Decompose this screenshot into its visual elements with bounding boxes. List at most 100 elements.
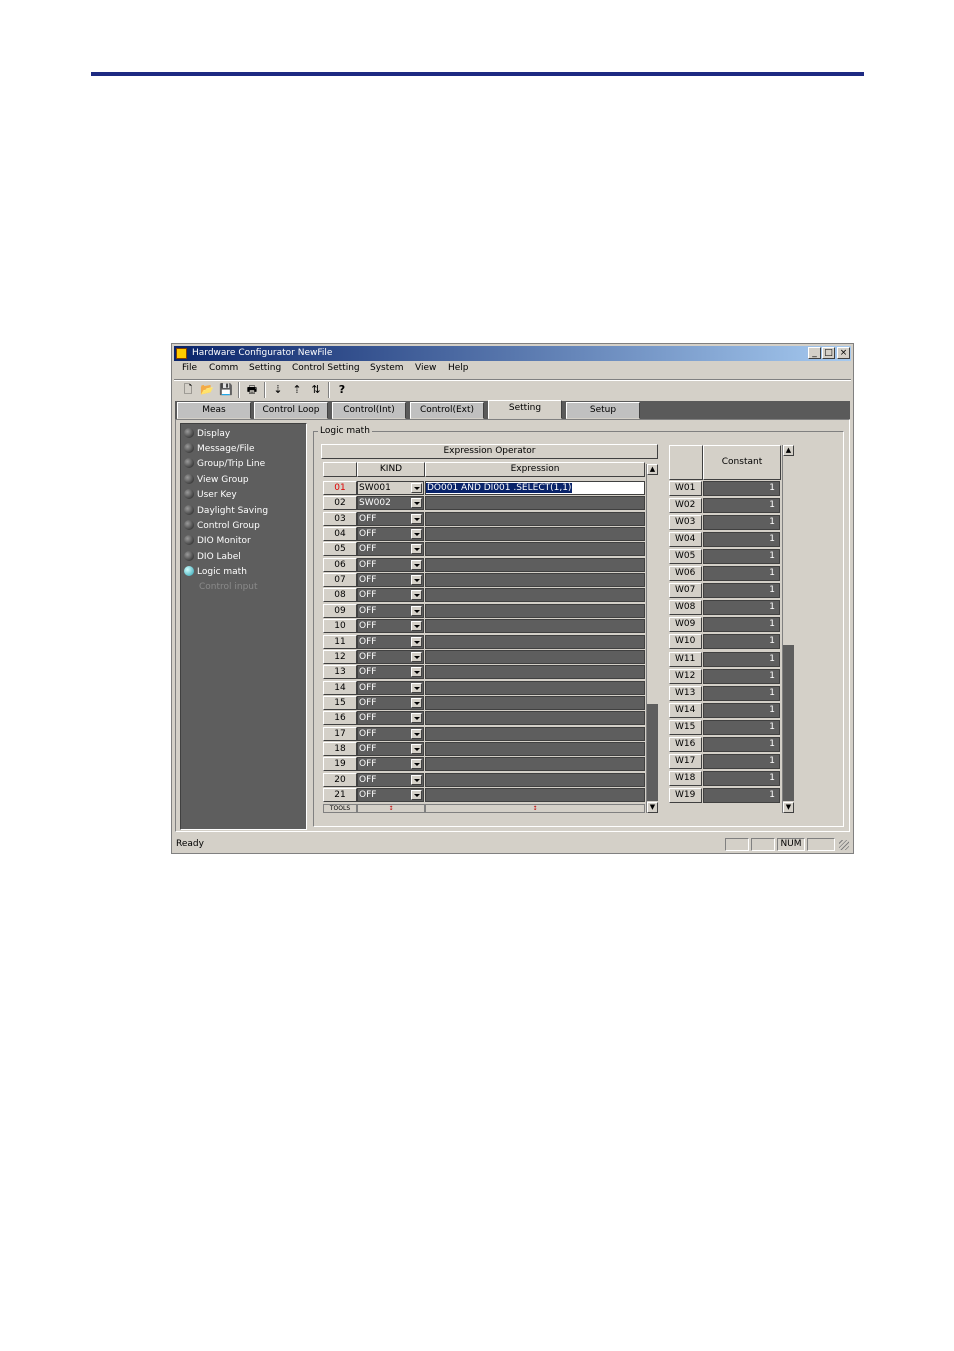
kind-select[interactable]: OFF bbox=[357, 558, 424, 572]
kind-sort-icon[interactable]: ↕ bbox=[357, 804, 425, 813]
constant-value[interactable]: 1 bbox=[703, 669, 780, 684]
constant-scrollbar[interactable]: ▲ ▼ bbox=[782, 445, 794, 813]
menu-control-setting[interactable]: Control Setting bbox=[292, 363, 360, 373]
chevron-down-icon[interactable] bbox=[411, 483, 422, 493]
kind-select[interactable]: OFF bbox=[357, 757, 424, 771]
constant-value[interactable]: 1 bbox=[703, 771, 780, 786]
expression-field[interactable] bbox=[425, 527, 645, 541]
scroll-down-icon[interactable]: ▼ bbox=[783, 802, 794, 813]
sidebar-item-logic-math[interactable]: Logic math bbox=[184, 565, 247, 579]
tab-setup[interactable]: Setup bbox=[566, 402, 640, 419]
menu-help[interactable]: Help bbox=[448, 363, 469, 373]
chevron-down-icon[interactable] bbox=[411, 698, 422, 708]
kind-select[interactable]: OFF bbox=[357, 711, 424, 725]
chevron-down-icon[interactable] bbox=[411, 667, 422, 677]
resize-grip-icon[interactable] bbox=[839, 840, 849, 850]
expression-field[interactable] bbox=[425, 773, 645, 787]
scroll-down-icon[interactable]: ▼ bbox=[647, 802, 658, 813]
kind-select[interactable]: OFF bbox=[357, 788, 424, 802]
help-icon[interactable]: ? bbox=[334, 382, 350, 398]
expression-field[interactable] bbox=[425, 496, 645, 510]
kind-select[interactable]: OFF bbox=[357, 527, 424, 541]
expression-field[interactable] bbox=[425, 696, 645, 710]
tab-control-int[interactable]: Control(Int) bbox=[332, 402, 406, 419]
chevron-down-icon[interactable] bbox=[411, 514, 422, 524]
kind-select[interactable]: OFF bbox=[357, 619, 424, 633]
constant-value[interactable]: 1 bbox=[703, 737, 780, 752]
constant-value[interactable]: 1 bbox=[703, 754, 780, 769]
print-icon[interactable]: 🖶 bbox=[244, 382, 260, 398]
tab-meas[interactable]: Meas bbox=[177, 402, 251, 419]
constant-value[interactable]: 1 bbox=[703, 703, 780, 718]
kind-select[interactable]: OFF bbox=[357, 604, 424, 618]
expression-field[interactable] bbox=[425, 558, 645, 572]
constant-value[interactable]: 1 bbox=[703, 634, 780, 649]
expression-operator-button[interactable]: Expression Operator bbox=[321, 444, 658, 459]
send-icon[interactable]: ⇡ bbox=[289, 382, 305, 398]
scroll-up-icon[interactable]: ▲ bbox=[783, 445, 794, 456]
chevron-down-icon[interactable] bbox=[411, 621, 422, 631]
kind-select[interactable]: OFF bbox=[357, 650, 424, 664]
constant-value[interactable]: 1 bbox=[703, 686, 780, 701]
menu-view[interactable]: View bbox=[415, 363, 436, 373]
kind-select[interactable]: OFF bbox=[357, 573, 424, 587]
kind-select[interactable]: OFF bbox=[357, 588, 424, 602]
menu-file[interactable]: File bbox=[182, 363, 197, 373]
chevron-down-icon[interactable] bbox=[411, 544, 422, 554]
kind-select[interactable]: OFF bbox=[357, 681, 424, 695]
chevron-down-icon[interactable] bbox=[411, 790, 422, 800]
sidebar-item-dio-monitor[interactable]: DIO Monitor bbox=[184, 534, 251, 548]
expression-field[interactable] bbox=[425, 512, 645, 526]
constant-value[interactable]: 1 bbox=[703, 498, 780, 513]
expression-field[interactable] bbox=[425, 727, 645, 741]
kind-select[interactable]: SW002 bbox=[357, 496, 424, 510]
open-folder-icon[interactable]: 📂 bbox=[199, 382, 215, 398]
sidebar-item-group-trip-line[interactable]: Group/Trip Line bbox=[184, 457, 265, 471]
kind-select[interactable]: OFF bbox=[357, 665, 424, 679]
expression-field[interactable] bbox=[425, 788, 645, 802]
sidebar-item-message-file[interactable]: Message/File bbox=[184, 442, 255, 456]
chevron-down-icon[interactable] bbox=[411, 529, 422, 539]
constant-value[interactable]: 1 bbox=[703, 515, 780, 530]
chevron-down-icon[interactable] bbox=[411, 560, 422, 570]
constant-value[interactable]: 1 bbox=[703, 566, 780, 581]
expression-field[interactable] bbox=[425, 604, 645, 618]
constant-value[interactable]: 1 bbox=[703, 600, 780, 615]
chevron-down-icon[interactable] bbox=[411, 575, 422, 585]
kind-select[interactable]: OFF bbox=[357, 742, 424, 756]
tab-control-loop[interactable]: Control Loop bbox=[254, 402, 328, 419]
scroll-thumb[interactable] bbox=[647, 704, 658, 801]
expression-field[interactable] bbox=[425, 619, 645, 633]
compare-icon[interactable]: ⇅ bbox=[308, 382, 324, 398]
sidebar-item-daylight-saving[interactable]: Daylight Saving bbox=[184, 504, 268, 518]
constant-value[interactable]: 1 bbox=[703, 481, 780, 496]
chevron-down-icon[interactable] bbox=[411, 498, 422, 508]
scroll-thumb[interactable] bbox=[783, 645, 794, 801]
expression-field[interactable] bbox=[425, 742, 645, 756]
chevron-down-icon[interactable] bbox=[411, 729, 422, 739]
expression-sort-icon[interactable]: ↕ bbox=[425, 804, 645, 813]
minimize-button[interactable]: _ bbox=[808, 347, 821, 359]
maximize-button[interactable]: □ bbox=[822, 347, 835, 359]
sidebar-item-control-input[interactable]: Control input bbox=[199, 580, 258, 594]
expression-field[interactable] bbox=[425, 665, 645, 679]
chevron-down-icon[interactable] bbox=[411, 683, 422, 693]
expression-field[interactable] bbox=[425, 711, 645, 725]
chevron-down-icon[interactable] bbox=[411, 713, 422, 723]
save-icon[interactable]: 💾 bbox=[218, 382, 234, 398]
chevron-down-icon[interactable] bbox=[411, 590, 422, 600]
expression-field[interactable] bbox=[425, 635, 645, 649]
constant-value[interactable]: 1 bbox=[703, 788, 780, 803]
constant-value[interactable]: 1 bbox=[703, 549, 780, 564]
kind-select[interactable]: OFF bbox=[357, 727, 424, 741]
receive-icon[interactable]: ⇣ bbox=[270, 382, 286, 398]
tab-setting[interactable]: Setting bbox=[488, 400, 562, 419]
expression-field[interactable] bbox=[425, 757, 645, 771]
chevron-down-icon[interactable] bbox=[411, 759, 422, 769]
kind-select[interactable]: SW001 bbox=[357, 481, 424, 495]
constant-value[interactable]: 1 bbox=[703, 652, 780, 667]
new-file-icon[interactable]: 🗋 bbox=[180, 382, 196, 398]
menu-comm[interactable]: Comm bbox=[209, 363, 238, 373]
menu-setting[interactable]: Setting bbox=[249, 363, 281, 373]
chevron-down-icon[interactable] bbox=[411, 637, 422, 647]
